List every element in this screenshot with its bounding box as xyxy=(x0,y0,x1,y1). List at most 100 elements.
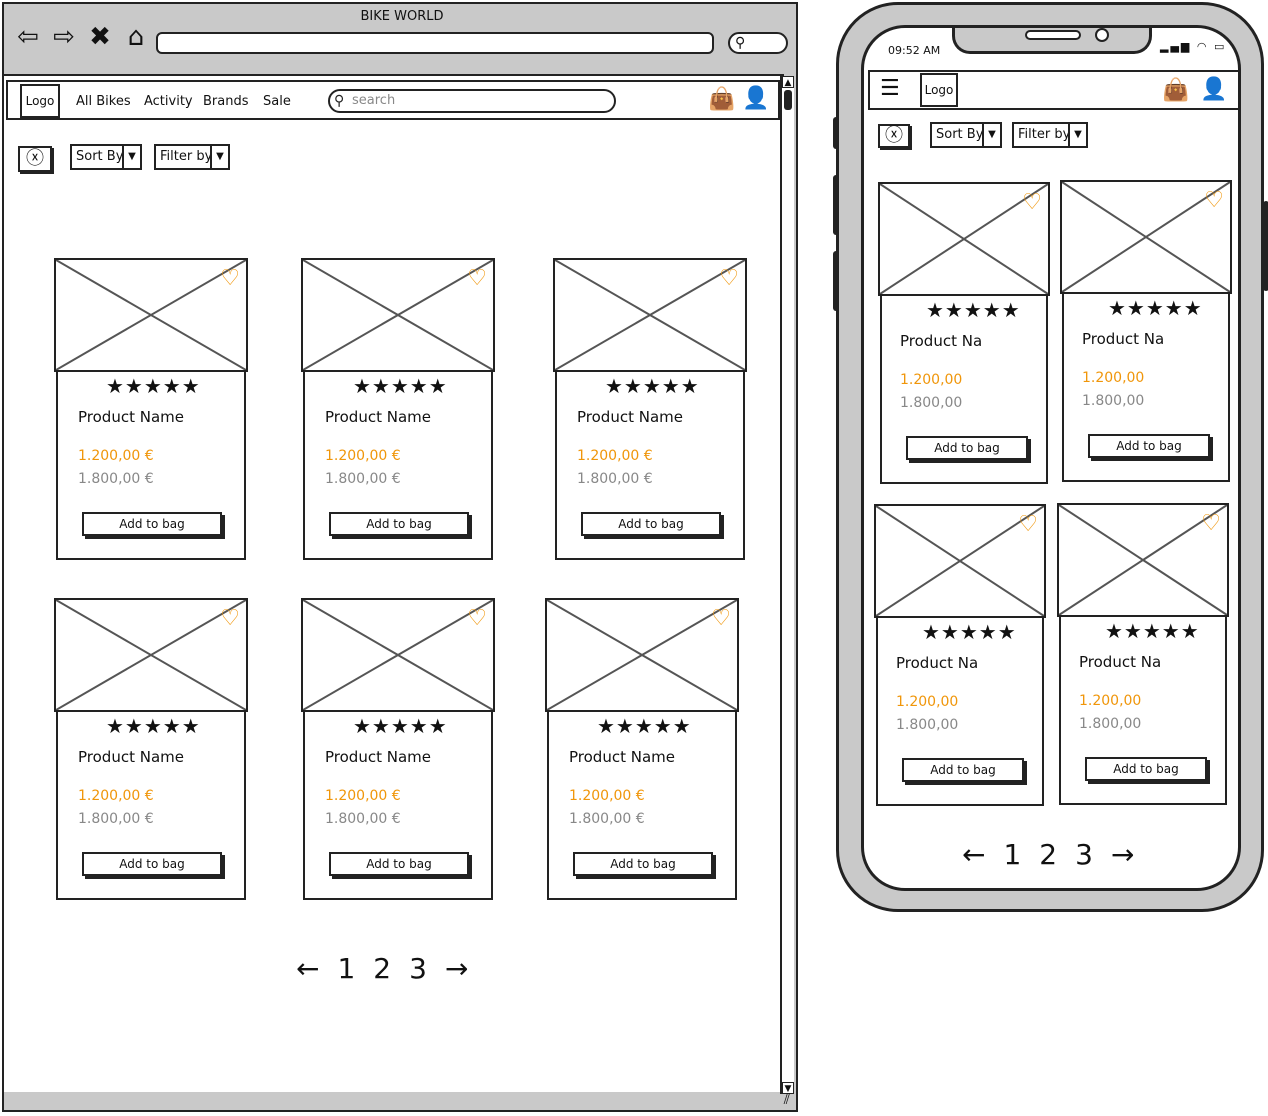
nav-sale[interactable]: Sale xyxy=(263,94,291,109)
add-to-bag-button[interactable]: Add to bag xyxy=(906,436,1028,460)
heart-icon[interactable]: ♡ xyxy=(220,608,240,630)
phone-side-button xyxy=(833,251,839,311)
product-name: Product Name xyxy=(325,408,431,426)
product-image[interactable]: ♡ xyxy=(54,598,248,712)
heart-icon[interactable]: ♡ xyxy=(467,608,487,630)
product-name: Product Na xyxy=(900,332,983,350)
site-logo[interactable]: Logo xyxy=(20,84,60,118)
prev-page-arrow[interactable]: ← xyxy=(962,838,985,871)
heart-icon[interactable]: ♡ xyxy=(719,268,739,290)
product-image[interactable]: ♡ xyxy=(1060,180,1232,294)
address-bar[interactable] xyxy=(156,32,714,54)
next-page-arrow[interactable]: → xyxy=(1111,838,1134,871)
product-image[interactable]: ♡ xyxy=(553,258,747,372)
search-icon: ⚲ xyxy=(334,93,345,109)
add-to-bag-button[interactable]: Add to bag xyxy=(902,758,1024,782)
sort-label: Sort By xyxy=(936,127,984,142)
rating-stars: ★★★★★ xyxy=(922,620,1017,644)
page-2[interactable]: 2 xyxy=(1039,838,1057,871)
chevron-down-icon: ▼ xyxy=(210,146,228,168)
heart-icon[interactable]: ♡ xyxy=(1201,513,1221,535)
prev-page-arrow[interactable]: ← xyxy=(296,952,319,985)
product-name: Product Name xyxy=(78,408,184,426)
product-image[interactable]: ♡ xyxy=(301,598,495,712)
clear-filter-icon[interactable]: ⓧ xyxy=(18,146,52,172)
browser-search[interactable]: ⚲ xyxy=(728,32,788,54)
add-to-bag-button[interactable]: Add to bag xyxy=(329,852,469,876)
original-price: 1.800,00 xyxy=(900,395,963,411)
add-to-bag-button[interactable]: Add to bag xyxy=(581,512,721,536)
scrollbar[interactable]: ▲ ▼ xyxy=(780,76,794,1094)
page-2[interactable]: 2 xyxy=(373,952,391,985)
heart-icon[interactable]: ♡ xyxy=(467,268,487,290)
heart-icon[interactable]: ♡ xyxy=(1022,192,1042,214)
mobile-filter-dropdown[interactable]: Filter by ▼ xyxy=(1012,122,1088,148)
search-input[interactable]: ⚲ search xyxy=(328,89,616,113)
add-to-bag-button[interactable]: Add to bag xyxy=(1085,757,1207,781)
heart-icon[interactable]: ♡ xyxy=(711,608,731,630)
product-image[interactable]: ♡ xyxy=(878,182,1050,296)
original-price: 1.800,00 € xyxy=(325,471,401,487)
phone-frame: 09:52 AM ▂▄▆ ◠ ▭ ☰ Logo 👜 👤 ⓧ Sort By ▼ … xyxy=(833,2,1268,912)
scroll-up-arrow[interactable]: ▲ xyxy=(782,76,794,88)
site-header: Logo All Bikes Activity Brands Sale ⚲ se… xyxy=(6,80,780,120)
sort-dropdown[interactable]: Sort By ▼ xyxy=(70,144,142,170)
phone-side-button xyxy=(833,175,839,235)
add-to-bag-button[interactable]: Add to bag xyxy=(329,512,469,536)
sale-price: 1.200,00 xyxy=(896,694,959,710)
heart-icon[interactable]: ♡ xyxy=(1018,514,1038,536)
shopping-bag-icon[interactable]: 👜 xyxy=(1162,80,1189,102)
product-name: Product Name xyxy=(78,748,184,766)
phone-side-button xyxy=(833,117,839,149)
phone-screen: 09:52 AM ▂▄▆ ◠ ▭ ☰ Logo 👜 👤 ⓧ Sort By ▼ … xyxy=(861,25,1241,891)
resize-grip-icon[interactable]: ⫽ xyxy=(784,1092,790,1108)
sale-price: 1.200,00 xyxy=(1082,370,1145,386)
sort-label: Sort By xyxy=(76,149,124,164)
home-icon[interactable]: ⌂ xyxy=(122,24,150,50)
page-3[interactable]: 3 xyxy=(409,952,427,985)
next-page-arrow[interactable]: → xyxy=(445,952,468,985)
heart-icon[interactable]: ♡ xyxy=(220,268,240,290)
stop-icon[interactable]: ✖ xyxy=(86,24,114,50)
product-name: Product Name xyxy=(325,748,431,766)
status-time: 09:52 AM xyxy=(888,44,941,57)
sale-price: 1.200,00 xyxy=(900,372,963,388)
hamburger-icon[interactable]: ☰ xyxy=(880,78,900,100)
product-image[interactable]: ♡ xyxy=(545,598,739,712)
rating-stars: ★★★★★ xyxy=(926,298,1021,322)
browser-nav-buttons: ⇦ ⇨ ✖ ⌂ xyxy=(14,24,150,50)
shopping-bag-icon[interactable]: 👜 xyxy=(708,89,735,111)
nav-brands[interactable]: Brands xyxy=(203,94,249,109)
product-image[interactable]: ♡ xyxy=(54,258,248,372)
user-icon[interactable]: 👤 xyxy=(1200,79,1227,101)
page-3[interactable]: 3 xyxy=(1075,838,1093,871)
nav-all-bikes[interactable]: All Bikes xyxy=(76,94,131,109)
rating-stars: ★★★★★ xyxy=(353,374,448,398)
sale-price: 1.200,00 € xyxy=(325,788,401,804)
back-icon[interactable]: ⇦ xyxy=(14,24,42,50)
clear-filter-icon[interactable]: ⓧ xyxy=(878,124,910,148)
mobile-header: ☰ Logo 👜 👤 xyxy=(868,70,1238,110)
add-to-bag-button[interactable]: Add to bag xyxy=(82,512,222,536)
user-icon[interactable]: 👤 xyxy=(742,88,769,110)
chevron-down-icon: ▼ xyxy=(122,146,140,168)
sale-price: 1.200,00 € xyxy=(577,448,653,464)
page-1[interactable]: 1 xyxy=(1003,838,1021,871)
mobile-logo[interactable]: Logo xyxy=(920,73,958,107)
product-image[interactable]: ♡ xyxy=(874,504,1046,618)
scroll-thumb[interactable] xyxy=(784,90,792,110)
nav-activity[interactable]: Activity xyxy=(144,94,193,109)
heart-icon[interactable]: ♡ xyxy=(1204,190,1224,212)
add-to-bag-button[interactable]: Add to bag xyxy=(82,852,222,876)
page-1[interactable]: 1 xyxy=(337,952,355,985)
original-price: 1.800,00 € xyxy=(569,811,645,827)
filter-dropdown[interactable]: Filter by ▼ xyxy=(154,144,230,170)
original-price: 1.800,00 xyxy=(1079,716,1142,732)
add-to-bag-button[interactable]: Add to bag xyxy=(573,852,713,876)
rating-stars: ★★★★★ xyxy=(597,714,692,738)
add-to-bag-button[interactable]: Add to bag xyxy=(1088,434,1210,458)
mobile-sort-dropdown[interactable]: Sort By ▼ xyxy=(930,122,1002,148)
forward-icon[interactable]: ⇨ xyxy=(50,24,78,50)
product-image[interactable]: ♡ xyxy=(1057,503,1229,617)
product-image[interactable]: ♡ xyxy=(301,258,495,372)
